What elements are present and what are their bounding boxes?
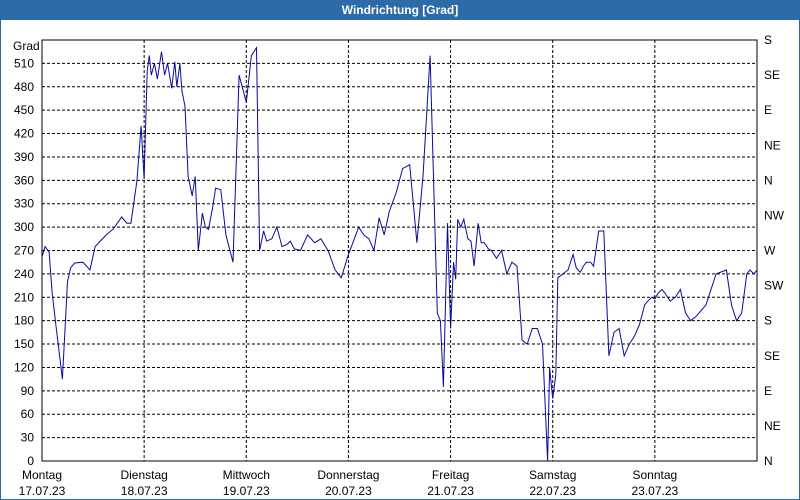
x-date-label: 19.07.23 xyxy=(223,484,270,498)
y-tick-label: 0 xyxy=(27,454,34,468)
y-axis-ticks: 0 30 60 90 120 150 180 210 240 270 300 330 360 390 420… xyxy=(14,56,34,468)
x-date-label: 18.07.23 xyxy=(121,484,168,498)
right-tick-label: W xyxy=(764,244,776,258)
right-tick-label: NW xyxy=(764,208,785,222)
y-tick-label: 270 xyxy=(14,244,34,258)
y-tick-label: 330 xyxy=(14,197,34,211)
wind-direction-chart: 0 30 60 90 120 150 180 210 240 270 300 330 360 390 420… xyxy=(13,33,785,498)
y-tick-label: 30 xyxy=(21,431,35,445)
x-day-label: Montag xyxy=(22,468,62,482)
x-day-label: Donnerstag xyxy=(317,468,379,482)
right-axis-ticks: N NE E SE S SW W NW N NE E SE S xyxy=(764,33,785,468)
y-tick-label: 450 xyxy=(14,103,34,117)
y-tick-label: 390 xyxy=(14,150,34,164)
right-tick-label: SE xyxy=(764,68,780,82)
x-date-label: 22.07.23 xyxy=(529,484,576,498)
right-tick-label: S xyxy=(764,33,772,47)
x-date-label: 21.07.23 xyxy=(427,484,474,498)
x-day-label: Mittwoch xyxy=(223,468,270,482)
y-tick-label: 480 xyxy=(14,80,34,94)
y-tick-label: 300 xyxy=(14,220,34,234)
right-tick-label: SE xyxy=(764,349,780,363)
y-tick-label: 120 xyxy=(14,360,34,374)
grid xyxy=(42,40,757,461)
y-tick-label: 180 xyxy=(14,314,34,328)
y-tick-label: 90 xyxy=(21,384,35,398)
x-date-label: 20.07.23 xyxy=(325,484,372,498)
y-tick-label: 360 xyxy=(14,173,34,187)
right-tick-label: E xyxy=(764,103,772,117)
x-axis-ticks: Montag 17.07.23 Dienstag 18.07.23 Mittwoch 19… xyxy=(19,468,679,498)
x-day-label: Freitag xyxy=(432,468,469,482)
x-day-label: Sonntag xyxy=(632,468,677,482)
y-tick-label: 60 xyxy=(21,407,35,421)
right-tick-label: N xyxy=(764,454,773,468)
y-tick-label: 150 xyxy=(14,337,34,351)
right-tick-label: SW xyxy=(764,279,784,293)
y-tick-label: 210 xyxy=(14,290,34,304)
right-tick-label: NE xyxy=(764,138,781,152)
x-day-label: Dienstag xyxy=(120,468,167,482)
x-day-label: Samstag xyxy=(529,468,576,482)
right-tick-label: NE xyxy=(764,419,781,433)
y-tick-label: 510 xyxy=(14,56,34,70)
y-tick-label: 240 xyxy=(14,267,34,281)
right-tick-label: S xyxy=(764,314,772,328)
x-date-label: 17.07.23 xyxy=(19,484,66,498)
y-tick-label: 420 xyxy=(14,127,34,141)
x-date-label: 23.07.23 xyxy=(631,484,678,498)
y-axis-label: Grad xyxy=(13,39,40,53)
right-tick-label: E xyxy=(764,384,772,398)
right-tick-label: N xyxy=(764,173,773,187)
